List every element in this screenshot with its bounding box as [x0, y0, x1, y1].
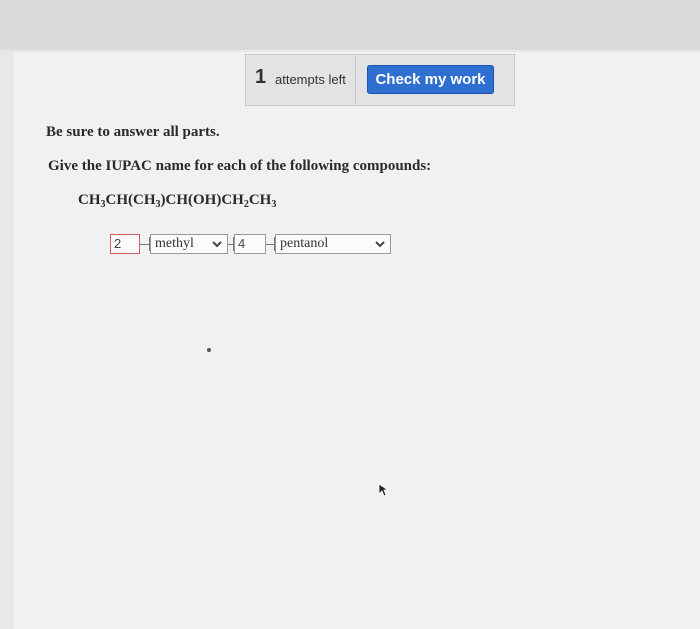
formula-part: CH: [248, 192, 272, 208]
top-strip: [0, 0, 700, 50]
locant-input-2[interactable]: 4: [234, 234, 266, 254]
chevron-down-icon: [375, 241, 385, 248]
check-my-work-button[interactable]: Check my work: [367, 65, 494, 94]
formula-part: CH(CH: [105, 192, 156, 208]
formula-part: )CH(OH)CH: [160, 192, 244, 208]
formula-subscript: 3: [271, 199, 277, 210]
stray-dot: [207, 348, 211, 352]
compound-formula: CH3CH(CH3)CH(OH)CH2CH3: [78, 192, 276, 210]
attempts-divider: [355, 56, 356, 104]
chevron-down-icon: [212, 241, 222, 248]
instruction-text: Be sure to answer all parts.: [46, 124, 220, 140]
locant-input-1[interactable]: 2: [110, 234, 140, 254]
attempts-count: 1: [255, 66, 267, 88]
mouse-cursor-icon: [378, 483, 390, 497]
substituent-select[interactable]: methyl: [150, 234, 228, 254]
attempts-label: attempts left: [275, 72, 346, 87]
substituent-value: methyl: [155, 236, 194, 251]
formula-part: CH: [78, 192, 101, 208]
parent-chain-value: pentanol: [280, 236, 329, 251]
parent-chain-select[interactable]: pentanol: [275, 234, 391, 254]
question-text: Give the IUPAC name for each of the foll…: [48, 158, 432, 174]
